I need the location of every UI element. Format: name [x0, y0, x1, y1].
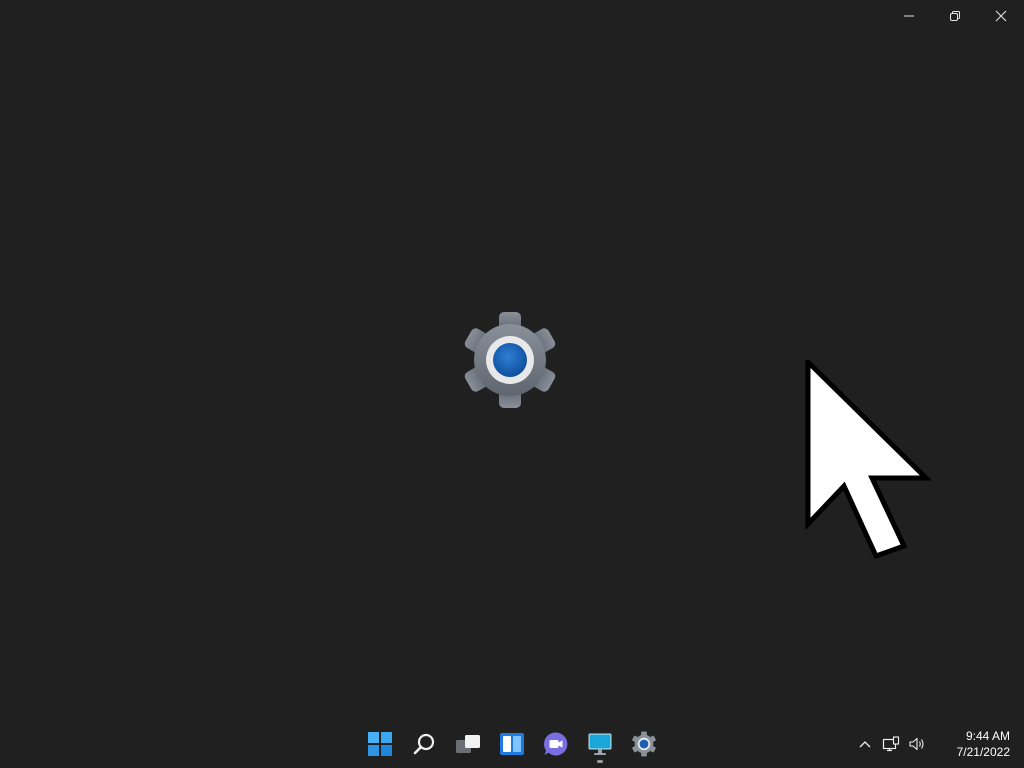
system-tray: 9:44 AM 7/21/2022	[852, 720, 1024, 768]
clock-date: 7/21/2022	[956, 745, 1010, 759]
clock-time: 9:44 AM	[965, 729, 1010, 743]
running-indicator	[597, 760, 603, 763]
taskbar: 9:44 AM 7/21/2022	[0, 720, 1024, 768]
widgets-button[interactable]	[492, 724, 532, 764]
search-button[interactable]	[404, 724, 444, 764]
desktop-app-button[interactable]	[580, 724, 620, 764]
volume-button[interactable]	[904, 728, 930, 760]
restore-button[interactable]	[932, 0, 978, 32]
close-button[interactable]	[978, 0, 1024, 32]
close-icon	[995, 10, 1007, 22]
desktop-screen: 9:44 AM 7/21/2022	[0, 0, 1024, 768]
task-view-icon	[456, 735, 480, 753]
network-button[interactable]	[878, 728, 904, 760]
settings-splash	[460, 312, 560, 412]
windows-logo-icon	[368, 732, 392, 756]
minimize-icon	[904, 15, 914, 17]
start-button[interactable]	[360, 724, 400, 764]
pointer-cursor-icon	[805, 356, 933, 560]
chat-button[interactable]	[536, 724, 576, 764]
volume-icon	[909, 737, 924, 751]
network-icon	[882, 736, 900, 752]
mouse-cursor	[804, 356, 934, 560]
window-controls	[886, 0, 1024, 32]
settings-gear-icon	[464, 312, 556, 408]
gear-icon	[632, 731, 656, 757]
chevron-up-icon	[859, 741, 871, 748]
widgets-icon	[500, 733, 524, 755]
search-icon	[413, 733, 435, 755]
minimize-button[interactable]	[886, 0, 932, 32]
show-hidden-icons-button[interactable]	[852, 728, 878, 760]
task-view-button[interactable]	[448, 724, 488, 764]
monitor-icon	[588, 733, 612, 755]
clock[interactable]: 9:44 AM 7/21/2022	[930, 728, 1024, 760]
restore-icon	[950, 11, 960, 21]
settings-app-button[interactable]	[624, 724, 664, 764]
chat-icon	[543, 732, 568, 756]
